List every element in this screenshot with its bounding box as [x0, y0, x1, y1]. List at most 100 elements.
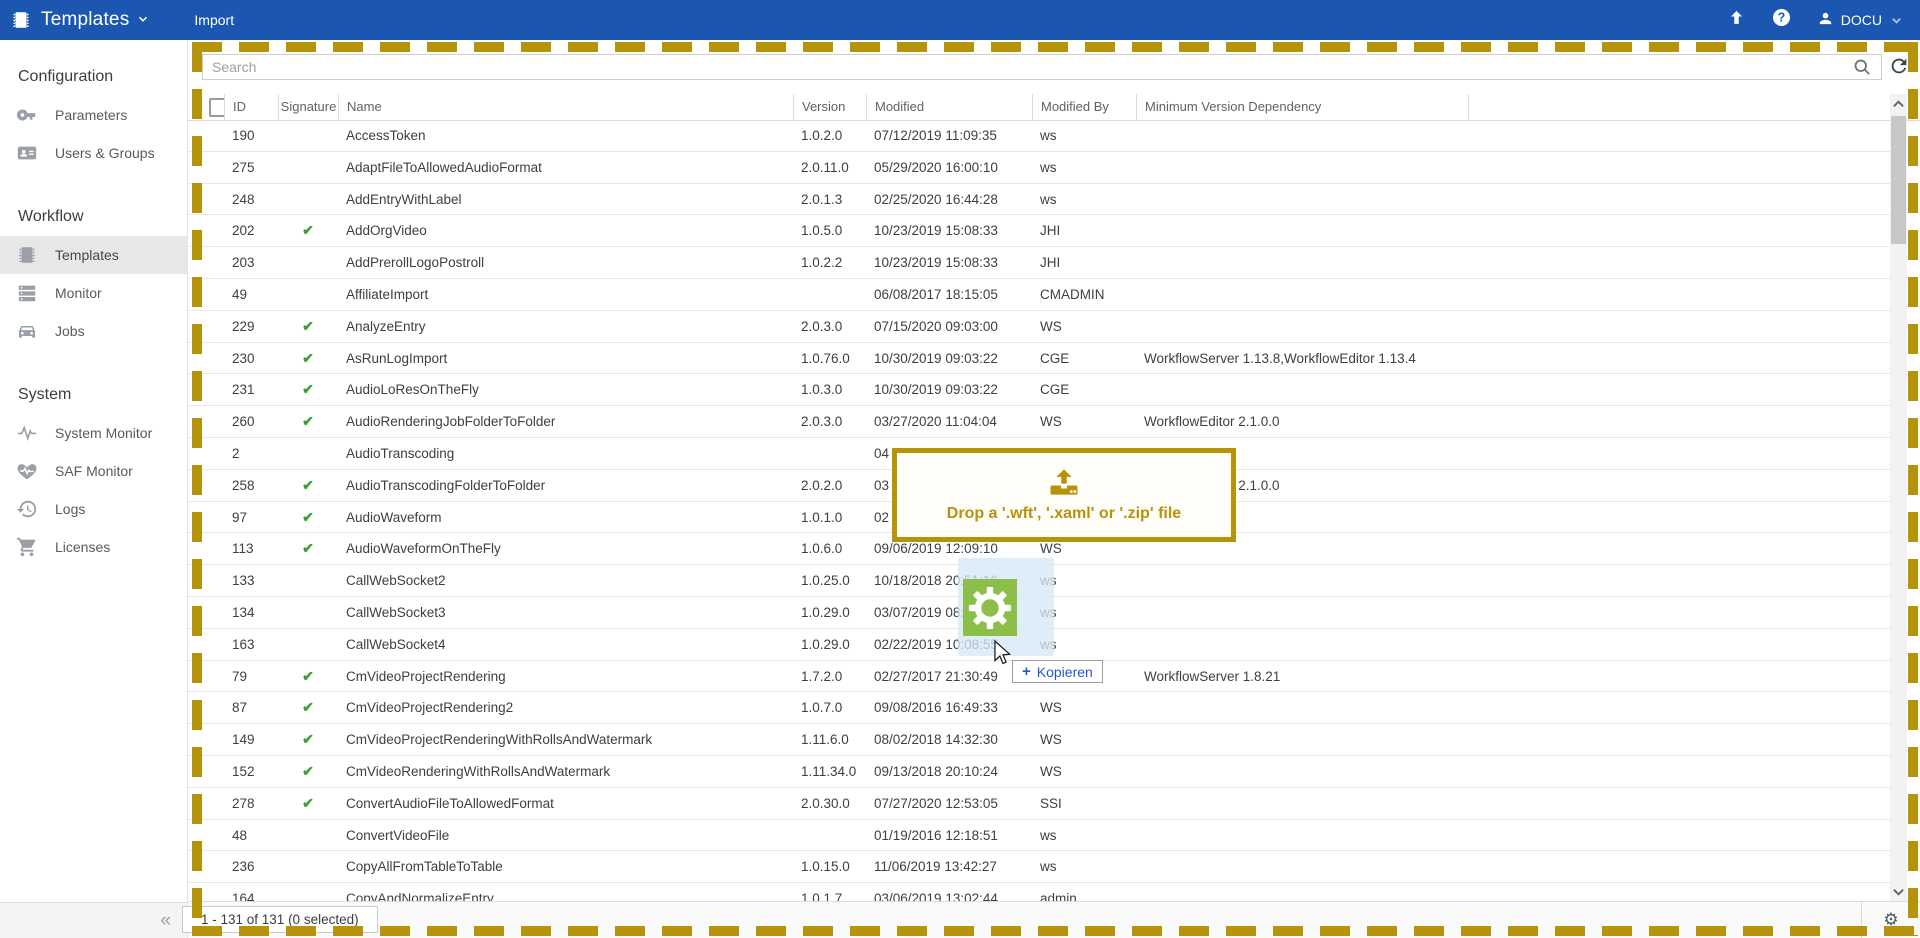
scrollbar-thumb[interactable]: [1891, 116, 1906, 244]
sidebar-section-header: System: [0, 350, 187, 414]
cell-dependency: [1136, 597, 1468, 628]
cell-modified-by: JHI: [1032, 247, 1136, 278]
cell-modified-by: SSI: [1032, 788, 1136, 819]
column-header-mod[interactable]: Modified: [866, 94, 1032, 120]
refresh-icon[interactable]: [1888, 55, 1912, 79]
signature-check-icon: ✔: [278, 692, 338, 723]
cell-modified-by: ws: [1032, 152, 1136, 183]
cell-modified-by: ws: [1032, 120, 1136, 151]
search-icon[interactable]: [1852, 57, 1873, 83]
table-settings-gear-icon[interactable]: ⚙: [1883, 910, 1898, 930]
cell-version: 1.0.5.0: [793, 215, 866, 246]
select-all-checkbox[interactable]: [209, 98, 224, 117]
signature-check-icon: ✔: [278, 724, 338, 755]
table-row[interactable]: 202✔AddOrgVideo1.0.5.010/23/2019 15:08:3…: [188, 215, 1890, 247]
help-icon[interactable]: ?: [1772, 8, 1791, 32]
cell-dependency: [1136, 692, 1468, 723]
drag-ghost: [958, 558, 1054, 656]
cell-modified-by: ws: [1032, 184, 1136, 215]
sidebar-item-logs[interactable]: Logs: [0, 490, 187, 528]
column-header-ver[interactable]: Version: [793, 94, 866, 120]
table-row[interactable]: 203AddPrerollLogoPostroll1.0.2.210/23/20…: [188, 247, 1890, 279]
sidebar-item-system-monitor[interactable]: System Monitor: [0, 414, 187, 452]
file-drop-zone[interactable]: Drop a '.wft', '.xaml' or '.zip' file: [892, 448, 1236, 542]
car-icon: [16, 320, 38, 342]
cell-name: AddOrgVideo: [338, 215, 793, 246]
drag-copy-tooltip: + Kopieren: [1012, 660, 1103, 683]
column-header-sig[interactable]: Signature: [278, 94, 338, 120]
table-row[interactable]: 248AddEntryWithLabel2.0.1.302/25/2020 16…: [188, 184, 1890, 216]
cell-id: 87: [224, 692, 278, 723]
column-header-id[interactable]: ID: [224, 94, 278, 120]
cell-version: 1.0.29.0: [793, 629, 866, 660]
cell-id: 113: [224, 533, 278, 564]
cell-version: 1.0.15.0: [793, 851, 866, 882]
cell-modified: 08/02/2018 14:32:30: [866, 724, 1032, 755]
table-row[interactable]: 275AdaptFileToAllowedAudioFormat2.0.11.0…: [188, 152, 1890, 184]
collapse-sidebar-button[interactable]: «: [160, 910, 171, 932]
app-title[interactable]: Templates: [41, 9, 129, 31]
cell-dependency: WorkflowServer 1.13.8,WorkflowEditor 1.1…: [1136, 343, 1468, 374]
sidebar-item-parameters[interactable]: Parameters: [0, 96, 187, 134]
column-header-by[interactable]: Modified By: [1032, 94, 1136, 120]
table-row[interactable]: 236CopyAllFromTableToTable1.0.15.011/06/…: [188, 851, 1890, 883]
upload-arrow-icon[interactable]: [1727, 8, 1746, 32]
column-header-name[interactable]: Name: [338, 94, 793, 120]
sidebar-item-templates[interactable]: Templates: [0, 236, 187, 274]
table-row[interactable]: 48ConvertVideoFile01/19/2016 12:18:51ws: [188, 820, 1890, 852]
table-row[interactable]: 87✔CmVideoProjectRendering21.0.7.009/08/…: [188, 692, 1890, 724]
table-row[interactable]: 260✔AudioRenderingJobFolderToFolder2.0.3…: [188, 406, 1890, 438]
cell-version: 1.0.6.0: [793, 533, 866, 564]
table-row[interactable]: 229✔AnalyzeEntry2.0.3.007/15/2020 09:03:…: [188, 311, 1890, 343]
column-header-fill[interactable]: [1468, 94, 1888, 120]
scroll-up-icon[interactable]: [1890, 96, 1907, 112]
table-row[interactable]: 230✔AsRunLogImport1.0.76.010/30/2019 09:…: [188, 343, 1890, 375]
cell-modified: 09/08/2016 16:49:33: [866, 692, 1032, 723]
chevron-down-icon[interactable]: [136, 12, 150, 31]
column-header-dep[interactable]: Minimum Version Dependency: [1136, 94, 1468, 120]
sidebar-item-label: Users & Groups: [55, 145, 155, 161]
table-row[interactable]: 49AffiliateImport06/08/2017 18:15:05CMAD…: [188, 279, 1890, 311]
cell-version: 2.0.30.0: [793, 788, 866, 819]
search-box: [202, 54, 1882, 80]
table-row[interactable]: 149✔CmVideoProjectRenderingWithRollsAndW…: [188, 724, 1890, 756]
cell-name: AdaptFileToAllowedAudioFormat: [338, 152, 793, 183]
cell-modified-by: JHI: [1032, 215, 1136, 246]
menu-item-import[interactable]: Import: [194, 12, 234, 28]
signature-check-icon: [278, 279, 338, 310]
table-row[interactable]: 164CopyAndNormalizeEntry1.0.1.703/06/201…: [188, 883, 1890, 902]
app-logo-chip-icon: [10, 9, 32, 31]
sidebar-item-monitor[interactable]: Monitor: [0, 274, 187, 312]
cell-dependency: [1136, 247, 1468, 278]
cell-id: 79: [224, 661, 278, 692]
table-row[interactable]: 152✔CmVideoRenderingWithRollsAndWatermar…: [188, 756, 1890, 788]
sidebar-item-licenses[interactable]: Licenses: [0, 528, 187, 566]
table-row[interactable]: 231✔AudioLoResOnTheFly1.0.3.010/30/2019 …: [188, 374, 1890, 406]
cell-name: AudioTranscodingFolderToFolder: [338, 470, 793, 501]
cell-name: CmVideoProjectRendering2: [338, 692, 793, 723]
sidebar-item-jobs[interactable]: Jobs: [0, 312, 187, 350]
user-menu[interactable]: DOCU: [1817, 10, 1904, 30]
table-row[interactable]: 190AccessToken1.0.2.007/12/2019 11:09:35…: [188, 120, 1890, 152]
svg-text:?: ?: [1777, 11, 1785, 25]
cell-id: 49: [224, 279, 278, 310]
cell-id: 230: [224, 343, 278, 374]
table-row[interactable]: 278✔ConvertAudioFileToAllowedFormat2.0.3…: [188, 788, 1890, 820]
sidebar-item-saf-monitor[interactable]: SAF Monitor: [0, 452, 187, 490]
cell-modified: 05/29/2020 16:00:10: [866, 152, 1032, 183]
cell-modified: 01/19/2016 12:18:51: [866, 820, 1032, 851]
cell-name: CallWebSocket4: [338, 629, 793, 660]
id-card-icon: [16, 142, 38, 164]
search-input[interactable]: [203, 55, 1881, 79]
cell-version: 1.0.7.0: [793, 692, 866, 723]
sidebar-section: SystemSystem MonitorSAF MonitorLogsLicen…: [0, 350, 187, 566]
cell-modified: 02/25/2020 16:44:28: [866, 184, 1032, 215]
cell-modified: 10/23/2019 15:08:33: [866, 215, 1032, 246]
vertical-scrollbar[interactable]: [1890, 94, 1907, 902]
sidebar-item-label: Monitor: [55, 285, 102, 301]
signature-check-icon: ✔: [278, 406, 338, 437]
sidebar-item-users-groups[interactable]: Users & Groups: [0, 134, 187, 172]
scroll-down-icon[interactable]: [1890, 884, 1907, 900]
cell-id: 260: [224, 406, 278, 437]
cell-name: AudioWaveform: [338, 502, 793, 533]
